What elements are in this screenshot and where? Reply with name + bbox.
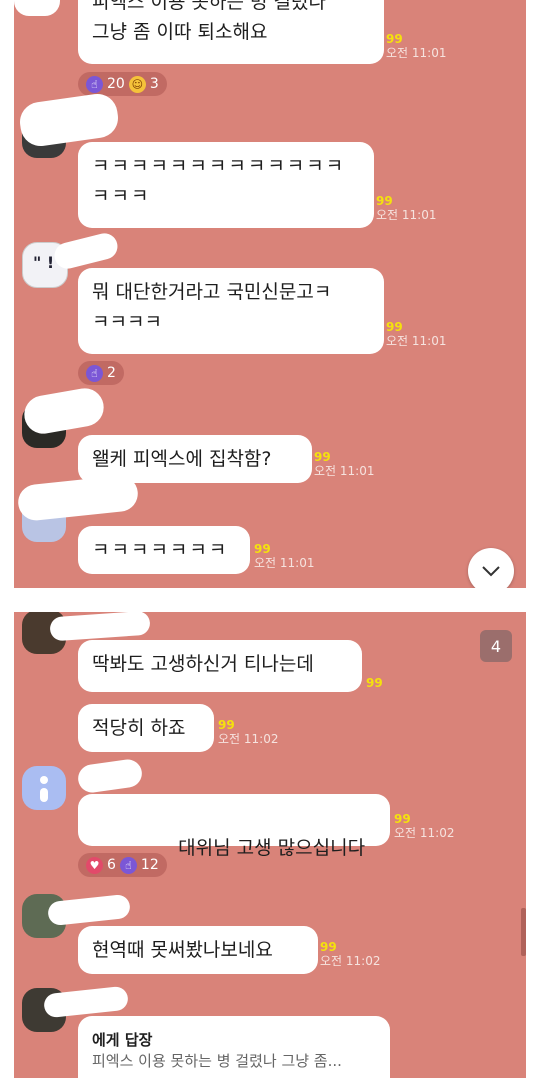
chat-screenshot-top: 피엑스 이용 못하는 병 걸렸나 그냥 좀 이따 퇴소해요 99 오전 11:0… — [14, 0, 526, 588]
redacted-name — [76, 757, 144, 795]
reply-bubble[interactable]: 에게 답장 피엑스 이용 못하는 병 걸렸나 그냥 좀... — [78, 1016, 390, 1078]
redacted-name — [16, 473, 140, 523]
scrollbar[interactable] — [521, 908, 526, 956]
chat-screenshot-bottom: 4 딱봐도 고생하신거 티나는데 99 적당히 하죠 99 오전 11:02 대… — [14, 612, 526, 1078]
unread-count: 99 — [254, 542, 271, 556]
redacted-mention-blot — [82, 801, 144, 837]
laugh-count: 3 — [149, 76, 159, 92]
laugh-emoji-icon: ☺ — [128, 75, 146, 93]
message-time: 오전 11:01 — [386, 46, 447, 60]
heart-count: 6 — [107, 857, 116, 873]
thumbs-up-icon: ☝ — [119, 856, 137, 874]
reaction-bar[interactable]: ♥ 6 ☝ 12 — [78, 853, 167, 877]
reply-header: 에게 답장 — [92, 1031, 153, 1049]
unread-count: 99 — [386, 320, 403, 334]
message-bubble: 현역때 못써봤나보네요 — [78, 926, 318, 974]
message-time: 오전 11:02 — [394, 826, 455, 840]
message-meta: 99 오전 11:01 — [386, 32, 446, 60]
message-time: 오전 11:01 — [254, 556, 315, 570]
message-meta: 99 오전 11:02 — [320, 940, 380, 968]
unread-count: 99 — [366, 676, 383, 690]
message-time: 오전 11:02 — [320, 954, 381, 968]
redacted-avatar — [14, 0, 60, 16]
message-bubble: 딱봐도 고생하신거 티나는데 — [78, 640, 362, 692]
unread-count: 99 — [314, 450, 331, 464]
message-meta: 99 오전 11:01 — [386, 320, 446, 348]
heart-icon: ♥ — [86, 856, 103, 874]
message-bubble: 뭐 대단한거라고 국민신문고ㅋ ㅋㅋㅋㅋ — [78, 268, 384, 354]
unread-count: 99 — [386, 32, 403, 46]
reaction-bar[interactable]: ☝ 2 — [78, 361, 124, 385]
like-count: 12 — [140, 857, 159, 873]
message-time: 오전 11:01 — [314, 464, 375, 478]
unread-count: 99 — [320, 940, 337, 954]
message-text: 대위님 고생 많으십니다 — [178, 837, 366, 859]
redacted-name — [49, 612, 151, 642]
chevron-down-icon — [482, 566, 500, 577]
reply-preview: 피엑스 이용 못하는 병 걸렸나 그냥 좀... — [92, 1052, 342, 1070]
message-bubble: 피엑스 이용 못하는 병 걸렸나 그냥 좀 이따 퇴소해요 — [78, 0, 384, 64]
like-count: 20 — [107, 76, 125, 92]
redacted-name — [21, 385, 107, 437]
like-count: 2 — [107, 365, 116, 381]
message-time: 오전 11:01 — [376, 208, 437, 222]
message-meta: 99 오전 11:02 — [394, 812, 454, 840]
unread-count: 99 — [394, 812, 411, 826]
message-bubble: 적당히 하죠 — [78, 704, 214, 752]
thumbs-up-icon: ☝ — [86, 364, 103, 382]
avatar[interactable] — [22, 766, 66, 810]
message-meta: 99 — [366, 676, 383, 690]
unread-count: 99 — [218, 718, 235, 732]
message-meta: 99 오전 11:01 — [254, 542, 314, 570]
message-bubble: ㅋㅋㅋㅋㅋㅋㅋ — [78, 526, 250, 574]
message-time: 오전 11:01 — [386, 334, 447, 348]
scroll-down-button[interactable] — [468, 548, 514, 588]
message-bubble: ㅋㅋㅋㅋㅋㅋㅋㅋㅋㅋㅋㅋㅋ ㅋㅋㅋ — [78, 142, 374, 228]
redacted-name — [17, 91, 121, 149]
unread-badge[interactable]: 4 — [480, 630, 512, 662]
reaction-bar[interactable]: ☝ 20 ☺ 3 — [78, 72, 167, 96]
unread-count: 99 — [376, 194, 393, 208]
message-time: 오전 11:02 — [218, 732, 279, 746]
thumbs-up-icon: ☝ — [86, 75, 103, 93]
message-meta: 99 오전 11:02 — [218, 718, 278, 746]
message-meta: 99 오전 11:01 — [314, 450, 374, 478]
redacted-name — [51, 230, 121, 272]
message-meta: 99 오전 11:01 — [376, 194, 436, 222]
